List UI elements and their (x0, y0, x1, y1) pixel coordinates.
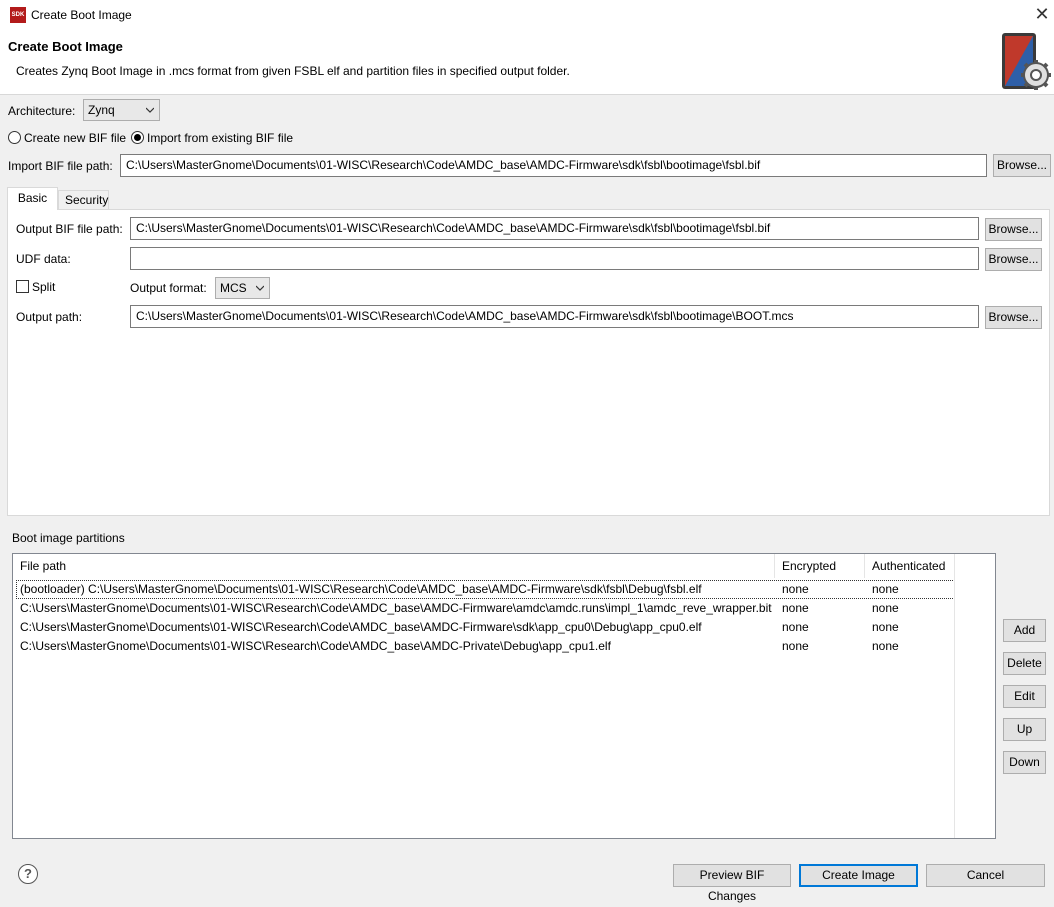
output-format-value: MCS (220, 281, 247, 295)
encrypted-cell: none (775, 599, 809, 618)
import-bif-label[interactable]: Import from existing BIF file (147, 131, 293, 145)
boot-image-gear-icon (1000, 31, 1052, 91)
architecture-label: Architecture: (8, 104, 75, 118)
edit-partition-button[interactable]: Edit (1003, 685, 1046, 708)
output-format-label: Output format: (130, 281, 207, 295)
move-down-button[interactable]: Down (1003, 751, 1046, 774)
architecture-value: Zynq (88, 103, 115, 117)
table-row[interactable]: C:\Users\MasterGnome\Documents\01-WISC\R… (16, 599, 955, 618)
move-up-button[interactable]: Up (1003, 718, 1046, 741)
file-path-cell: C:\Users\MasterGnome\Documents\01-WISC\R… (13, 637, 611, 656)
output-bif-browse-button[interactable]: Browse... (985, 218, 1042, 241)
create-image-button[interactable]: Create Image (799, 864, 918, 887)
page-description: Creates Zynq Boot Image in .mcs format f… (16, 64, 570, 78)
help-icon[interactable]: ? (18, 864, 38, 884)
authenticated-cell: none (865, 618, 899, 637)
chevron-down-icon (256, 284, 264, 292)
cancel-button[interactable]: Cancel (926, 864, 1045, 887)
udf-data-input[interactable] (130, 247, 979, 270)
output-format-select[interactable]: MCS (215, 277, 270, 299)
wizard-header (0, 30, 1054, 94)
file-path-cell: C:\Users\MasterGnome\Documents\01-WISC\R… (13, 599, 772, 618)
column-header-encrypted[interactable]: Encrypted (775, 554, 865, 578)
authenticated-cell: none (865, 637, 899, 656)
sdk-logo-icon: SDK (10, 7, 26, 23)
import-bif-path-label: Import BIF file path: (8, 159, 113, 173)
architecture-select[interactable]: Zynq (83, 99, 160, 121)
split-label[interactable]: Split (32, 280, 55, 294)
column-divider (954, 554, 955, 838)
import-bif-browse-button[interactable]: Browse... (993, 154, 1051, 177)
title-bar (0, 0, 1054, 30)
partitions-section-label: Boot image partitions (12, 531, 125, 545)
table-row[interactable]: C:\Users\MasterGnome\Documents\01-WISC\R… (16, 637, 955, 656)
output-bif-label: Output BIF file path: (16, 222, 123, 236)
encrypted-cell: none (775, 580, 809, 599)
import-bif-path-input[interactable]: C:\Users\MasterGnome\Documents\01-WISC\R… (120, 154, 987, 177)
encrypted-cell: none (775, 637, 809, 656)
delete-partition-button[interactable]: Delete (1003, 652, 1046, 675)
udf-data-label: UDF data: (16, 252, 71, 266)
chevron-down-icon (146, 106, 154, 114)
column-header-file-path[interactable]: File path (13, 554, 775, 578)
import-bif-radio[interactable] (131, 131, 144, 144)
table-row[interactable]: C:\Users\MasterGnome\Documents\01-WISC\R… (16, 618, 955, 637)
authenticated-cell: none (865, 580, 899, 599)
partitions-table: File path Encrypted Authenticated (bootl… (12, 553, 996, 839)
file-path-cell: (bootloader) C:\Users\MasterGnome\Docume… (13, 580, 702, 599)
tab-security[interactable]: Security (58, 190, 109, 209)
tab-basic[interactable]: Basic (7, 187, 58, 210)
page-title: Create Boot Image (8, 39, 123, 54)
output-path-browse-button[interactable]: Browse... (985, 306, 1042, 329)
table-row[interactable]: (bootloader) C:\Users\MasterGnome\Docume… (16, 580, 955, 599)
udf-data-browse-button[interactable]: Browse... (985, 248, 1042, 271)
authenticated-cell: none (865, 599, 899, 618)
split-checkbox[interactable] (16, 280, 29, 293)
output-path-input[interactable]: C:\Users\MasterGnome\Documents\01-WISC\R… (130, 305, 979, 328)
add-partition-button[interactable]: Add (1003, 619, 1046, 642)
column-header-authenticated[interactable]: Authenticated (865, 554, 955, 578)
create-bif-label[interactable]: Create new BIF file (24, 131, 126, 145)
output-bif-input[interactable]: C:\Users\MasterGnome\Documents\01-WISC\R… (130, 217, 979, 240)
window-title: Create Boot Image (31, 8, 132, 22)
header-divider (0, 94, 1054, 95)
file-path-cell: C:\Users\MasterGnome\Documents\01-WISC\R… (13, 618, 702, 637)
create-bif-radio[interactable] (8, 131, 21, 144)
output-path-label: Output path: (16, 310, 82, 324)
preview-bif-changes-button[interactable]: Preview BIF Changes (673, 864, 791, 887)
encrypted-cell: none (775, 618, 809, 637)
close-icon[interactable]: ✕ (1032, 3, 1052, 25)
